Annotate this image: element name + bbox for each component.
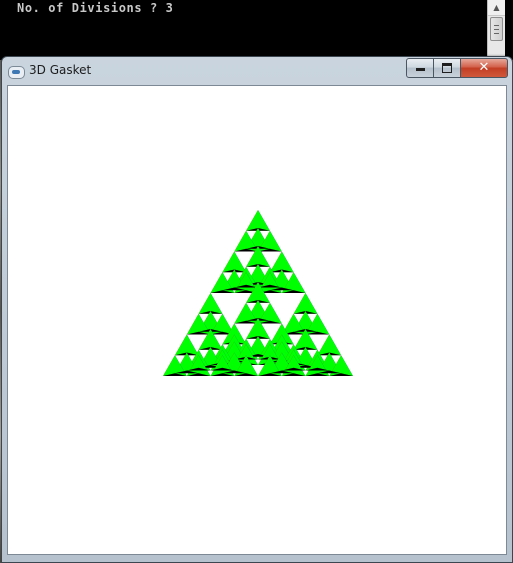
maximize-button[interactable] (433, 58, 461, 78)
scroll-up-icon[interactable]: ▲ (488, 0, 505, 16)
title-bar[interactable]: 3D Gasket ✕ (2, 57, 512, 84)
gasket-face (198, 293, 223, 314)
close-button[interactable]: ✕ (460, 58, 508, 78)
gasket-window: 3D Gasket ✕ (1, 56, 513, 563)
close-icon: ✕ (478, 60, 490, 75)
render-canvas[interactable] (7, 85, 507, 555)
console-scrollbar[interactable]: ▲ (487, 0, 505, 56)
gasket-face (317, 334, 342, 356)
console-prompt-text: No. of Divisions ? 3 (17, 1, 174, 15)
scroll-thumb[interactable] (490, 17, 503, 41)
window-title: 3D Gasket (29, 63, 92, 77)
opengl-app-icon[interactable] (8, 66, 25, 79)
gasket-face (246, 210, 270, 231)
gasket-face (174, 334, 199, 356)
console-window: No. of Divisions ? 3 ▲ (0, 0, 513, 60)
gasket-face (293, 293, 318, 314)
gasket-face (269, 251, 294, 273)
minimize-button[interactable] (406, 58, 434, 78)
gasket-face (222, 251, 247, 273)
maximize-icon (442, 63, 452, 73)
minimize-icon (415, 68, 425, 71)
sierpinski-gasket (163, 210, 353, 376)
